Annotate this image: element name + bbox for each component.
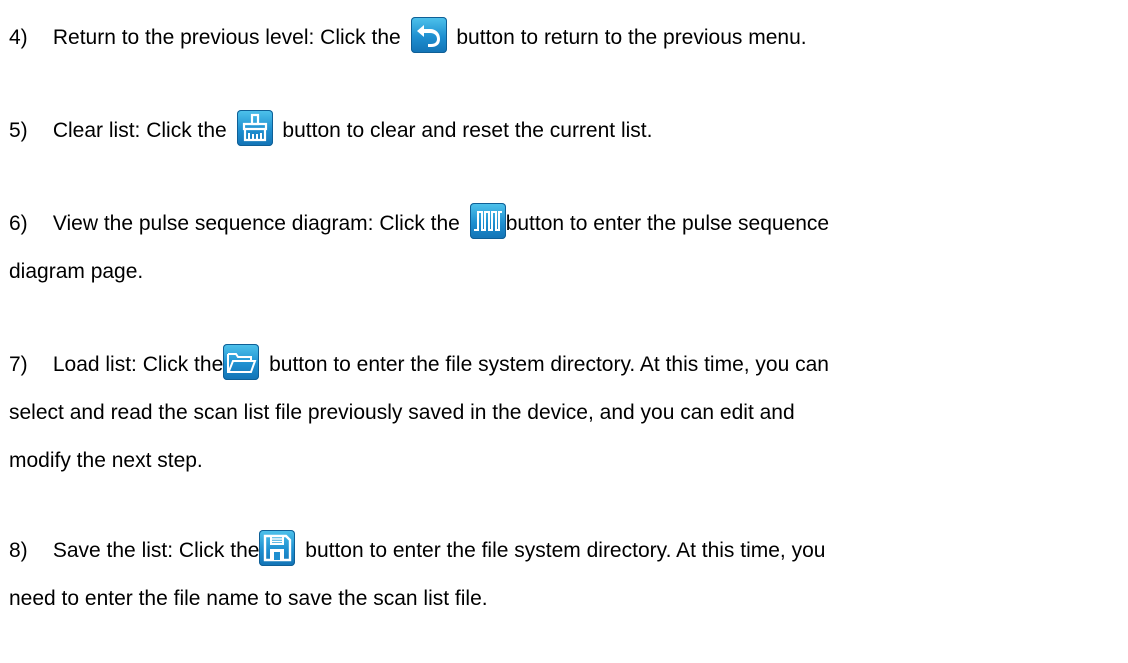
item-text-after: button to clear and reset the current li… bbox=[282, 119, 653, 142]
folder-icon bbox=[223, 344, 260, 381]
item-text-before: Save the list: Click the bbox=[52, 539, 260, 562]
item-number: 8) bbox=[9, 539, 28, 562]
instruction-item-4: 4) Return to the previous level: Click t… bbox=[9, 14, 1110, 62]
item-text-before: Return to the previous level: Click the bbox=[52, 26, 401, 49]
item-text-after: button to enter the pulse sequence bbox=[505, 212, 830, 235]
item-text-continuation: diagram page. bbox=[9, 260, 144, 283]
instruction-item-6: 6) View the pulse sequence diagram: Clic… bbox=[9, 200, 1110, 296]
brush-icon bbox=[236, 110, 273, 147]
item-number: 4) bbox=[9, 26, 28, 49]
instruction-item-5: 5) Clear list: Click the button to clear… bbox=[9, 107, 1110, 155]
instruction-item-7: 7) Load list: Click the button to enter … bbox=[9, 341, 1110, 485]
item-text-before: Load list: Click the bbox=[52, 353, 224, 376]
item-text-after: button to enter the file system director… bbox=[269, 353, 829, 376]
return-icon bbox=[410, 17, 447, 54]
item-text-continuation-2: modify the next step. bbox=[9, 449, 203, 472]
item-number: 6) bbox=[9, 212, 28, 235]
item-text-continuation: select and read the scan list file previ… bbox=[9, 401, 795, 424]
save-icon bbox=[259, 530, 296, 567]
item-text-continuation: need to enter the file name to save the … bbox=[9, 587, 488, 610]
instruction-item-8: 8) Save the list: Click the button to en… bbox=[9, 527, 1110, 623]
pulse-sequence-icon bbox=[469, 203, 506, 240]
item-text-after: button to return to the previous menu. bbox=[456, 26, 807, 49]
item-number: 5) bbox=[9, 119, 28, 142]
item-text-after: button to enter the file system director… bbox=[305, 539, 826, 562]
item-text-before: Clear list: Click the bbox=[52, 119, 227, 142]
item-number: 7) bbox=[9, 353, 28, 376]
item-text-before: View the pulse sequence diagram: Click t… bbox=[52, 212, 460, 235]
